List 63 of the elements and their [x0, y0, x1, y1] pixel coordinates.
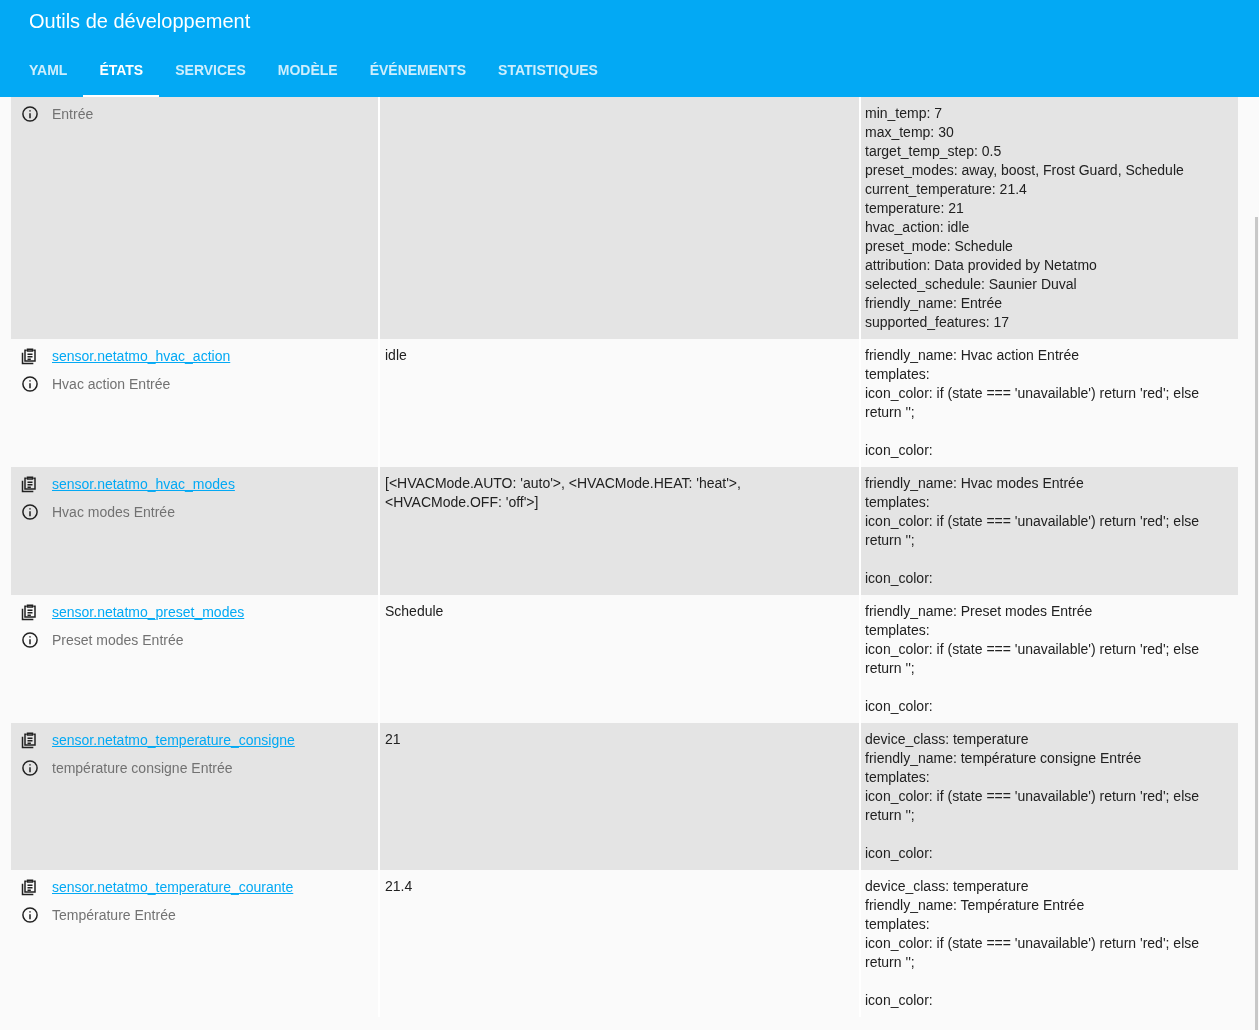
attribute-line: preset_mode: Schedule	[865, 237, 1014, 256]
info-icon[interactable]	[20, 104, 40, 124]
info-icon[interactable]	[20, 905, 40, 925]
info-icon[interactable]	[20, 374, 40, 394]
entity-link[interactable]: sensor.netatmo_temperature_consigne	[52, 730, 295, 750]
entity-link[interactable]: sensor.netatmo_hvac_modes	[52, 474, 235, 494]
state-value: idle	[385, 346, 408, 365]
attribute-line: friendly_name: Entrée	[865, 294, 1003, 313]
attribute-line: target_temp_step: 0.5	[865, 142, 1003, 161]
tab[interactable]: YAML	[13, 56, 84, 97]
state-value: 21	[385, 730, 402, 749]
attribute-line: icon_color: if (state === 'unavailable') return 'red'; else return '';	[865, 787, 1201, 825]
tab[interactable]: MODÈLE	[261, 56, 354, 97]
attribute-line: templates:	[865, 621, 931, 640]
attribute-line: templates:	[865, 493, 931, 512]
info-icon[interactable]	[20, 502, 40, 522]
attribute-line: icon_color: if (state === 'unavailable') return 'red'; else return '';	[865, 640, 1201, 678]
attribute-line: friendly_name: Température Entrée	[865, 896, 1086, 915]
attribute-line: templates:	[865, 365, 931, 384]
attribute-line: selected_schedule: Saunier Duval	[865, 275, 1078, 294]
friendly-name: température consigne Entrée	[52, 758, 233, 778]
attribute-line: preset_modes: away, boost, Frost Guard, Schedule	[865, 161, 1185, 180]
state-value: [<HVACMode.AUTO: 'auto'>, <HVACMode.HEAT: 'heat'>, <HVACMode.OFF: 'off'>]	[385, 474, 742, 512]
attribute-line: friendly_name: Hvac action Entrée	[865, 346, 1080, 365]
attribute-line: friendly_name: température consigne Entrée	[865, 749, 1143, 768]
info-icon[interactable]	[20, 758, 40, 778]
attribute-line: friendly_name: Hvac modes Entrée	[865, 474, 1085, 493]
attribute-line: icon_color:	[865, 991, 934, 1010]
attribute-line: icon_color:	[865, 569, 934, 588]
state-value: Schedule	[385, 602, 445, 621]
info-icon[interactable]	[20, 630, 40, 650]
entity-link[interactable]: sensor.netatmo_preset_modes	[52, 602, 245, 622]
attribute-line: temperature: 21	[865, 199, 965, 218]
friendly-name: Température Entrée	[52, 905, 176, 925]
friendly-name: Hvac modes Entrée	[52, 502, 175, 522]
attribute-line: min_temp: 7	[865, 104, 944, 123]
entity-link[interactable]: sensor.netatmo_hvac_action	[52, 346, 231, 366]
friendly-name: Preset modes Entrée	[52, 630, 184, 650]
attribute-line: icon_color:	[865, 697, 934, 716]
page-title: Outils de développement	[29, 9, 251, 34]
entity-link[interactable]: sensor.netatmo_temperature_courante	[52, 877, 294, 897]
attribute-line: current_temperature: 21.4	[865, 180, 1028, 199]
attribute-line: max_temp: 30	[865, 123, 955, 142]
tab[interactable]: SERVICES	[159, 56, 262, 97]
attribute-line: hvac_action: idle	[865, 218, 971, 237]
scrollbar[interactable]	[1255, 217, 1258, 1030]
attribute-line: friendly_name: Preset modes Entrée	[865, 602, 1094, 621]
friendly-name: Entrée	[52, 104, 94, 124]
attribute-line: templates:	[865, 768, 931, 787]
attribute-line: icon_color: if (state === 'unavailable') return 'red'; else return '';	[865, 512, 1201, 550]
attribute-line: icon_color: if (state === 'unavailable') return 'red'; else return '';	[865, 384, 1201, 422]
state-value: 21.4	[385, 877, 414, 896]
attribute-line: device_class: temperature	[865, 730, 1030, 749]
attribute-line: attribution: Data provided by Netatmo	[865, 256, 1098, 275]
tab[interactable]: STATISTIQUES	[482, 56, 614, 97]
attribute-line: icon_color:	[865, 441, 934, 460]
attribute-line: templates:	[865, 915, 931, 934]
attribute-line: icon_color:	[865, 844, 934, 863]
tab[interactable]: ÉVÉNEMENTS	[353, 56, 483, 97]
attribute-line: device_class: temperature	[865, 877, 1030, 896]
attribute-line: icon_color: if (state === 'unavailable') return 'red'; else return '';	[865, 934, 1201, 972]
attribute-line: supported_features: 17	[865, 313, 1010, 332]
friendly-name: Hvac action Entrée	[52, 374, 171, 394]
